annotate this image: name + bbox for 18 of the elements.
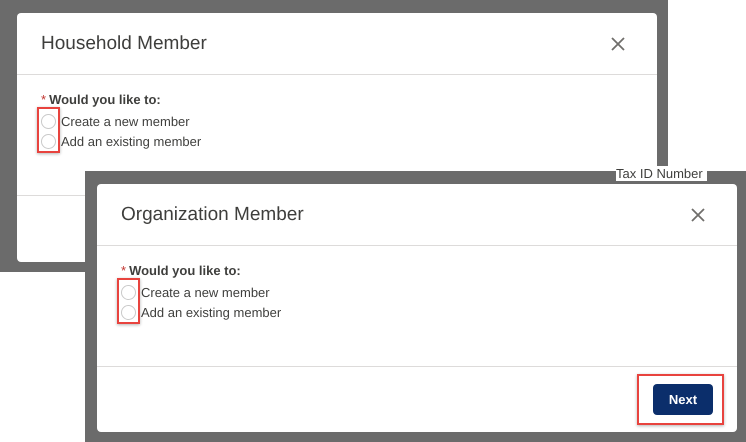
close-icon[interactable]	[691, 208, 705, 222]
required-asterisk: *	[121, 263, 126, 278]
radio-button[interactable]	[121, 304, 136, 320]
modal-title: Organization Member	[121, 204, 304, 226]
field-label: Tax ID Number	[616, 166, 707, 181]
next-button[interactable]: Next	[653, 384, 713, 415]
radio-button[interactable]	[41, 114, 56, 128]
close-icon[interactable]	[611, 36, 625, 50]
modal-title: Household Member	[41, 32, 207, 54]
option-label: Add an existing member	[141, 304, 282, 320]
option-label: Add an existing member	[61, 134, 202, 148]
radio-button[interactable]	[41, 134, 56, 148]
option-label: Create a new member	[61, 114, 190, 128]
required-asterisk: *	[41, 92, 46, 107]
question-label: Would you like to:	[129, 263, 241, 278]
question-label: Would you like to:	[49, 92, 161, 107]
radio-button[interactable]	[121, 284, 136, 300]
option-label: Create a new member	[141, 284, 270, 300]
